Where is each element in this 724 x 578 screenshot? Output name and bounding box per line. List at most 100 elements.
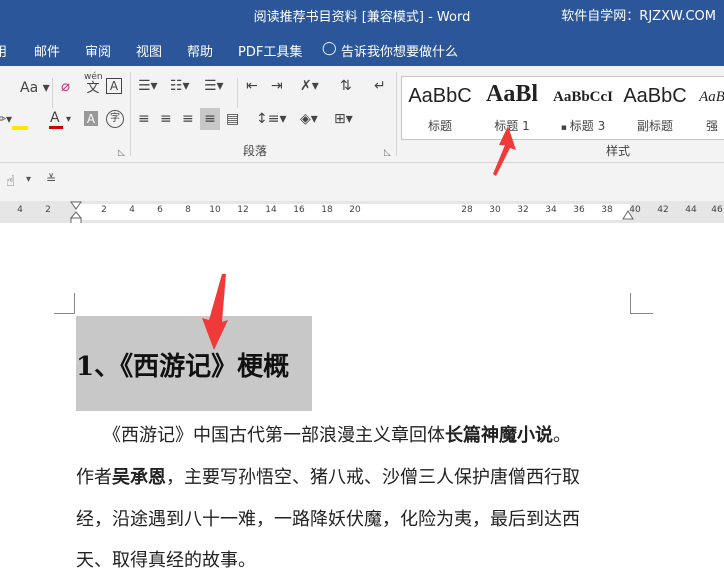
chinese-layout-button[interactable]: ✗▾ — [300, 78, 319, 94]
bullets-button[interactable]: ☰▾ — [138, 78, 158, 94]
document-page[interactable]: 1、《西游记》梗概 《西游记》中国古代第一部浪漫主义章回体长篇神魔小说。 作者吴… — [0, 223, 724, 578]
ruler-tick: 16 — [293, 205, 305, 215]
paragraph-group-label: 段落 — [243, 144, 268, 158]
customize-qat-icon[interactable]: ≚ — [46, 172, 56, 186]
phonetic-guide-button[interactable]: wén 文 — [84, 72, 103, 96]
body-text: 经，沿途遇到八十一难，一路降妖伏魔，化险为夷，最后到达西 — [76, 509, 580, 530]
body-text: 《西游记》中国古代第一部浪漫主义章回体 — [76, 425, 445, 446]
heading-text[interactable]: 1、《西游记》梗概 — [76, 346, 289, 383]
style-subtitle[interactable]: AaBbC 副标题 — [620, 77, 690, 139]
align-left-button[interactable]: ≡ — [138, 111, 150, 127]
style-label: 标题 3 — [569, 119, 606, 133]
style-label: 标题 — [427, 119, 452, 133]
style-heading-3[interactable]: AaBbCcI ▪ 标题 3 — [548, 77, 618, 139]
encircle-char-button[interactable]: 字 — [106, 110, 124, 128]
body-line[interactable]: 经，沿途遇到八十一难，一路降妖伏魔，化险为夷，最后到达西 — [76, 505, 580, 531]
align-center-button[interactable]: ≡ — [160, 111, 172, 127]
quick-access-toolbar: ☝ ▾ ≚ — [0, 163, 724, 201]
distributed-button[interactable]: ▤ — [226, 111, 239, 127]
decrease-indent-button[interactable]: ⇤ — [246, 78, 258, 94]
divider — [237, 78, 238, 108]
group-divider — [396, 72, 397, 156]
menu-item-layout[interactable]: 用 — [0, 41, 7, 60]
numbering-button[interactable]: ☷▾ — [170, 78, 190, 94]
divider — [52, 78, 53, 108]
right-indent-marker-icon[interactable] — [622, 209, 634, 221]
ruler-tick: 30 — [489, 205, 501, 215]
ruler-tick: 12 — [237, 205, 249, 215]
font-color-button[interactable]: A — [50, 110, 60, 126]
body-text: ，主要写孙悟空、猪八戒、沙僧三人保护唐僧西行取 — [166, 467, 580, 488]
ruler-tick: 8 — [185, 205, 191, 215]
margin-corner-mark — [630, 293, 653, 314]
style-title[interactable]: AaBbC 标题 — [405, 77, 475, 139]
ribbon: Aa ▾ ⌀ wén 文 A ✏▾ A ▾ A 字 ◺ ☰▾ ☷▾ ☰▾ ⇤ ⇥… — [0, 66, 724, 163]
style-label: 强 — [705, 119, 718, 133]
font-color-dropdown[interactable]: ▾ — [66, 112, 71, 128]
menu-item-help[interactable]: 帮助 — [187, 41, 213, 60]
align-right-button[interactable]: ≡ — [182, 111, 194, 127]
borders-button[interactable]: ⊞▾ — [334, 111, 353, 127]
body-text: 作者 — [76, 467, 112, 488]
char-shading-button[interactable]: A — [84, 111, 98, 126]
font-color-swatch — [49, 126, 63, 129]
ruler-tick: 20 — [349, 205, 361, 215]
ruler-tick: 4 — [129, 205, 135, 215]
ruler-tick: 44 — [685, 205, 697, 215]
clear-format-icon[interactable]: ⌀ — [61, 78, 70, 94]
multilevel-list-button[interactable]: ☰▾ — [204, 78, 224, 94]
ruler-tick: 46 — [711, 205, 723, 215]
change-case-button[interactable]: Aa ▾ — [20, 80, 50, 96]
menu-item-review[interactable]: 审阅 — [85, 41, 111, 60]
bold-text: 吴承恩 — [112, 467, 166, 488]
highlight-color-swatch — [12, 126, 28, 130]
touch-mode-dropdown-icon[interactable]: ▾ — [26, 174, 31, 185]
watermark-text: 软件自学网：RJZXW.COM — [561, 9, 716, 24]
font-dialog-launcher-icon[interactable]: ◺ — [118, 148, 125, 158]
menu-item-mailings[interactable]: 邮件 — [34, 41, 60, 60]
styles-group-label: 样式 — [606, 144, 631, 158]
show-marks-button[interactable]: ↵ — [374, 78, 386, 94]
style-label-wrap: ▪ 标题 3 — [560, 119, 606, 133]
line-spacing-button[interactable]: ↕≡▾ — [256, 111, 287, 127]
title-bar: 阅读推荐书目资料 [兼容模式] - Word 软件自学网：RJZXW.COM — [0, 0, 724, 30]
phonetic-char: 文 — [86, 81, 100, 96]
style-sample: AaBbCcI — [552, 89, 613, 105]
justify-button[interactable]: ≡ — [200, 108, 220, 130]
annotation-arrow-icon — [202, 274, 228, 350]
ruler-tick: 28 — [461, 205, 473, 215]
body-line[interactable]: 《西游记》中国古代第一部浪漫主义章回体长篇神魔小说。 — [76, 421, 571, 447]
horizontal-ruler[interactable]: 4 2 2 4 6 8 10 12 14 16 18 20 28 30 32 3… — [0, 201, 724, 225]
indent-marker-icon[interactable] — [69, 201, 83, 225]
style-strong[interactable]: AaB 强 — [692, 77, 724, 139]
touch-mode-icon[interactable]: ☝ — [6, 172, 15, 190]
menu-item-pdf-tools[interactable]: PDF工具集 — [238, 41, 302, 60]
style-sample: AaBbC — [408, 85, 472, 107]
ruler-tick: 18 — [321, 205, 333, 215]
body-text: 天、取得真经的故事。 — [76, 550, 256, 571]
menu-bar: 用 邮件 审阅 视图 帮助 PDF工具集 ◯ 告诉我你想要做什么 — [0, 30, 724, 66]
ruler-tick: 4 — [17, 205, 23, 215]
ruler-tick: 32 — [517, 205, 529, 215]
bold-text: 长篇神魔小说 — [445, 425, 553, 446]
lightbulb-icon: ◯ — [322, 41, 337, 56]
paragraph-dialog-launcher-icon[interactable]: ◺ — [384, 148, 391, 158]
menu-item-view[interactable]: 视图 — [136, 41, 162, 60]
shading-button[interactable]: ◈▾ — [300, 111, 318, 127]
increase-indent-button[interactable]: ⇥ — [271, 78, 283, 94]
sort-button[interactable]: ⇅ — [340, 78, 352, 94]
ruler-tick: 38 — [601, 205, 613, 215]
ruler-tick: 36 — [573, 205, 585, 215]
highlight-dropdown[interactable]: ✏▾ — [0, 111, 12, 127]
tell-me-input[interactable]: 告诉我你想要做什么 — [341, 41, 458, 60]
body-line[interactable]: 作者吴承恩，主要写孙悟空、猪八戒、沙僧三人保护唐僧西行取 — [76, 463, 580, 489]
style-sample: AaBl — [485, 81, 538, 107]
body-text: 。 — [553, 425, 571, 446]
ruler-tick: 34 — [545, 205, 557, 215]
margin-corner-mark — [54, 293, 75, 314]
ruler-tick: 10 — [209, 205, 221, 215]
enclose-char-button[interactable]: A — [106, 78, 122, 94]
body-line[interactable]: 天、取得真经的故事。 — [76, 546, 256, 572]
group-divider — [130, 72, 131, 156]
style-sample: AaB — [699, 89, 724, 105]
